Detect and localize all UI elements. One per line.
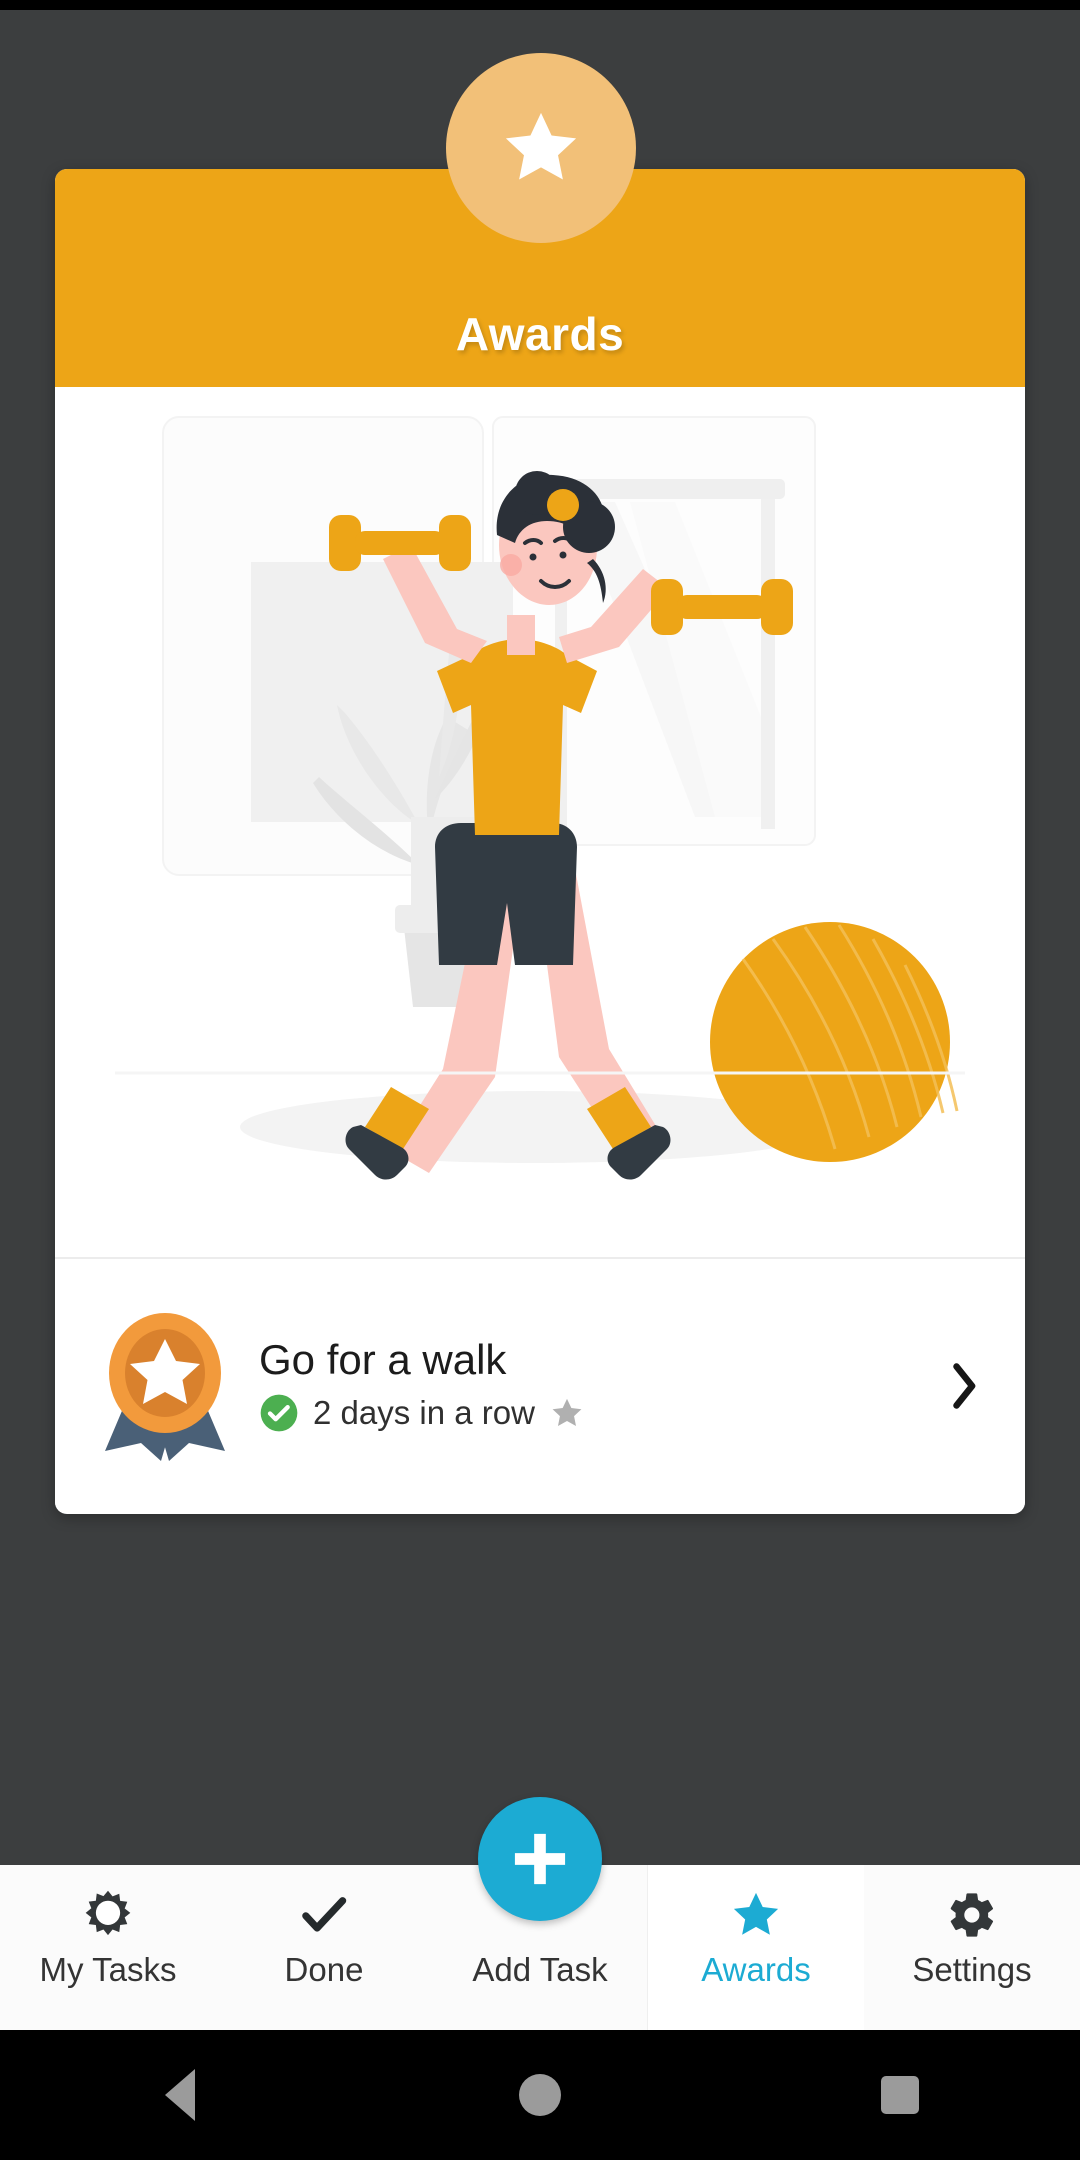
- star-icon: [730, 1887, 782, 1943]
- gear-icon: [946, 1887, 998, 1943]
- nav-label-add-task: Add Task: [472, 1951, 608, 1988]
- nav-label-awards: Awards: [701, 1951, 811, 1988]
- check-circle-icon: [259, 1393, 299, 1433]
- nav-item-done[interactable]: Done: [216, 1865, 432, 2030]
- nav-label-done: Done: [284, 1951, 364, 1988]
- nav-item-my-tasks[interactable]: My Tasks: [0, 1865, 216, 2030]
- illustration-container: [55, 387, 1025, 1257]
- award-status-line: 2 days in a row: [259, 1393, 937, 1433]
- nav-label-my-tasks: My Tasks: [39, 1951, 177, 1988]
- nav-item-settings[interactable]: Settings: [864, 1865, 1080, 2030]
- chevron-right-icon[interactable]: [937, 1356, 989, 1416]
- awards-header-badge: [446, 53, 636, 243]
- star-icon: [498, 105, 584, 191]
- awards-card: Awards Go for a walk 2 days in a row: [55, 169, 1025, 1514]
- sun-burst-icon: [82, 1887, 134, 1943]
- nav-label-settings: Settings: [912, 1951, 1032, 1988]
- woman-exercising-illustration: [115, 416, 965, 1180]
- check-icon: [298, 1887, 350, 1943]
- award-streak-label: 2 days in a row: [313, 1393, 535, 1431]
- medal-star-icon: [95, 1311, 235, 1461]
- star-icon: [549, 1395, 585, 1431]
- system-navigation-bar: [0, 2030, 1080, 2160]
- recents-icon[interactable]: [830, 2045, 970, 2145]
- nav-item-awards[interactable]: Awards: [648, 1865, 864, 2030]
- award-list-item[interactable]: Go for a walk 2 days in a row: [55, 1259, 1025, 1512]
- home-icon[interactable]: [470, 2045, 610, 2145]
- page-title: Awards: [455, 308, 625, 360]
- back-icon[interactable]: [110, 2045, 250, 2145]
- award-title: Go for a walk: [259, 1336, 507, 1384]
- plus-icon: [505, 1824, 575, 1894]
- status-bar: [0, 0, 1080, 10]
- award-text-block: Go for a walk 2 days in a row: [235, 1338, 937, 1432]
- app-screen: Awards Go for a walk 2 days in a row My …: [0, 0, 1080, 2160]
- add-task-fab[interactable]: [478, 1797, 602, 1921]
